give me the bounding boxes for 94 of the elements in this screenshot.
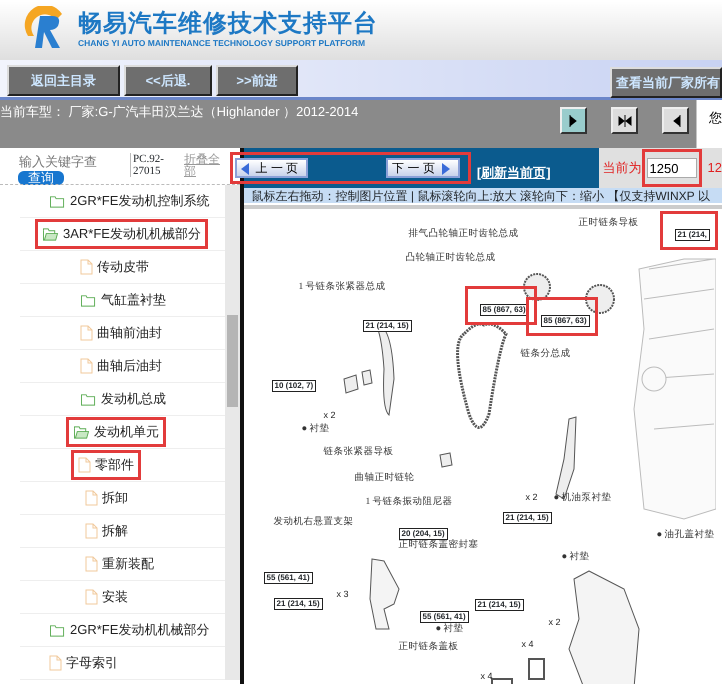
part-label: ● 机油泵衬垫 xyxy=(554,493,612,504)
tree-item[interactable]: 拆解 xyxy=(78,516,135,546)
tree-item[interactable]: 3AR*FE发动机机械部分 xyxy=(35,219,208,249)
part-label: ● 油孔盖衬垫 xyxy=(656,530,715,541)
torque-callout: 10 (102, 7) xyxy=(272,380,316,392)
page-total: 12 xyxy=(708,159,722,178)
torque-callout: 21 (214, xyxy=(674,229,710,241)
tensioner-drawing xyxy=(342,369,372,394)
tree-item[interactable]: 曲轴前油封 xyxy=(73,318,169,348)
part-label: 链条分总成 xyxy=(520,349,571,360)
page-number-field[interactable]: 1250 xyxy=(646,158,697,178)
torque-callout: 85 (867, 63) xyxy=(480,304,529,316)
part-label: 链条张紧器导板 xyxy=(324,447,394,458)
engine-mount-bracket-drawing xyxy=(369,558,400,630)
open-folder-icon xyxy=(42,226,59,242)
quantity-label: x 4 xyxy=(522,639,534,649)
arrow-left-icon xyxy=(672,114,680,127)
torque-callout: 21 (214, 15) xyxy=(474,599,524,611)
arrow-left-icon xyxy=(240,162,250,175)
nav-button[interactable]: >>前进 xyxy=(216,65,298,96)
document-icon xyxy=(85,589,98,605)
document-icon xyxy=(85,556,98,572)
nav-button[interactable]: 返回主目录 xyxy=(7,65,120,96)
gear-drawing xyxy=(522,273,551,301)
tree-item[interactable]: 传动皮带 xyxy=(73,252,156,282)
tree-item[interactable]: 2GR*FE发动机机械部分 xyxy=(42,615,216,645)
tree-item[interactable]: 重新装配 xyxy=(78,549,161,579)
quantity-label: x 3 xyxy=(336,589,349,599)
arrow-right-icon xyxy=(440,162,450,175)
quantity-label: x 2 xyxy=(548,617,561,627)
previous-page-button[interactable]: 上 一 页 xyxy=(234,158,308,178)
torque-callout: 21 (214, 15) xyxy=(502,512,552,524)
folder-icon xyxy=(80,392,97,406)
torque-callout: 85 (867, 63) xyxy=(540,315,590,327)
part-label: 凸轮轴正时齿轮总成 xyxy=(406,253,496,264)
vehicle-model: 当前车型： 厂家:G-广汽丰田汉兰达（Highlander ）2012-2014 xyxy=(0,103,358,121)
torque-callout: 55 (561, 41) xyxy=(264,572,313,584)
panel-toggle-button[interactable] xyxy=(662,107,689,134)
part-label: 正时链条导板 xyxy=(578,218,639,229)
part-label: 1 号链条张紧器总成 xyxy=(298,282,386,293)
folder-icon xyxy=(49,622,66,638)
greeting-text: 您 xyxy=(709,109,722,127)
app-subtitle: CHANG YI AUTO MAINTENANCE TECHNOLOGY SUPPORT PLATFORM xyxy=(78,38,366,48)
search-field[interactable]: 输入关键字查 xyxy=(19,154,114,170)
part-label: 1 号链条振动阻尼器 xyxy=(366,497,453,508)
quantity-label: x 4 xyxy=(480,671,493,681)
part-label: 正时链条盖板 xyxy=(398,642,459,653)
current-page-label: 当前为 xyxy=(602,159,642,178)
document-icon xyxy=(80,325,93,341)
part-label: ● 衬垫 xyxy=(562,552,590,563)
quantity-label: x 2 xyxy=(324,410,336,420)
open-folder-icon xyxy=(73,424,90,440)
tree-item[interactable]: 发动机单元 xyxy=(66,417,166,447)
tree-item[interactable]: 曲轴后油封 xyxy=(73,351,169,381)
document-icon xyxy=(80,358,93,374)
arrow-right-icon xyxy=(569,114,576,127)
tree-item[interactable]: 2GR*FE发动机控制系统 xyxy=(42,186,216,216)
part-label: 曲轴正时链轮 xyxy=(354,473,415,484)
split-arrows-icon xyxy=(618,114,631,127)
quantity-label: x 2 xyxy=(526,492,538,502)
search-button[interactable]: 查询 xyxy=(18,171,64,185)
tree-item[interactable]: 拆卸 xyxy=(78,483,135,513)
torque-callout: 20 (204, 15) xyxy=(398,528,448,540)
document-icon xyxy=(85,523,98,539)
document-icon xyxy=(78,457,91,473)
refresh-page-link[interactable]: [刷新当前页] xyxy=(476,163,551,183)
tree-item[interactable]: 安装 xyxy=(78,582,135,612)
part-label: ● 衬垫 xyxy=(436,624,464,635)
split-view-button[interactable] xyxy=(611,107,638,134)
tree-item[interactable]: 零部件 xyxy=(71,450,141,480)
torque-callout: 21 (214, 15) xyxy=(274,598,323,610)
manual-code: PC.92-27015 xyxy=(130,153,180,177)
scrollbar-track[interactable] xyxy=(224,185,240,680)
document-icon xyxy=(49,655,62,671)
tree-item[interactable]: 气缸盖衬垫 xyxy=(73,285,173,315)
document-icon xyxy=(85,490,98,506)
scrollbar-thumb[interactable] xyxy=(226,315,238,407)
folder-icon xyxy=(80,292,97,308)
app-title: 畅易汽车维修技术支持平台 xyxy=(78,10,378,38)
torque-callout: 21 (214, 15) xyxy=(362,320,412,332)
part-label: 发动机右悬置支架 xyxy=(274,517,354,528)
part-label: 排气凸轮轴正时齿轮总成 xyxy=(408,229,519,240)
folder-icon xyxy=(49,194,66,208)
tree-item[interactable]: 发动机总成 xyxy=(73,384,173,414)
gear-drawing xyxy=(584,284,615,314)
usage-hint: 鼠标左右拖动：控制图片位置 | 鼠标滚轮向上:放大 滚轮向下：缩小 【仅支持WINXP 以 xyxy=(244,188,722,205)
part-label: ● 衬垫 xyxy=(302,424,330,435)
next-page-button[interactable]: 下 一 页 xyxy=(386,158,460,178)
torque-callout: 55 (561, 41) xyxy=(420,611,469,623)
nav-button[interactable]: <<后退. xyxy=(124,65,212,96)
vendor-button[interactable]: 查看当前厂家所有 xyxy=(610,67,722,98)
panel-toggle-button[interactable] xyxy=(560,107,587,134)
tree-item[interactable]: 字母索引 xyxy=(42,648,125,678)
document-icon xyxy=(80,259,93,275)
